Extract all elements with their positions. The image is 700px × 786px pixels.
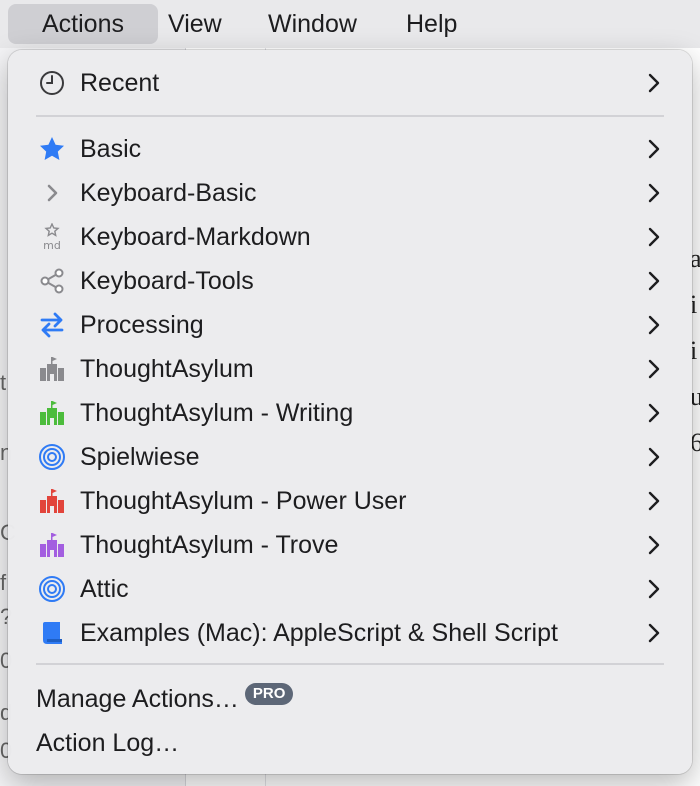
chevron-right-icon xyxy=(644,138,664,160)
menu-bar: Actions View Window Help xyxy=(0,0,700,48)
action-log-item[interactable]: Action Log… xyxy=(36,721,179,765)
bg-text-fragment: f xyxy=(0,570,7,595)
chevron-right-icon xyxy=(644,402,664,424)
chevron-right-icon xyxy=(644,534,664,556)
share-icon xyxy=(38,267,66,295)
menu-item-label: ThoughtAsylum - Power User xyxy=(80,487,407,515)
menu-item-label: Recent xyxy=(80,69,160,97)
star-icon xyxy=(38,135,66,163)
menu-item-thoughtasylum-trove[interactable]: ThoughtAsylum - Trove xyxy=(8,523,692,567)
chevron-right-icon xyxy=(644,490,664,512)
chevron-right-icon xyxy=(644,578,664,600)
menubar-window[interactable]: Window xyxy=(268,4,357,44)
menu-item-label: Attic xyxy=(80,575,129,603)
star-md-icon: md xyxy=(38,223,66,251)
castle-icon xyxy=(38,355,66,383)
menu-item-thoughtasylum[interactable]: ThoughtAsylum xyxy=(8,347,692,391)
menu-item-label: Keyboard-Markdown xyxy=(80,223,311,251)
menubar-help[interactable]: Help xyxy=(406,4,457,44)
menu-item-thoughtasylum-writing[interactable]: ThoughtAsylum - Writing xyxy=(8,391,692,435)
menu-item-label: ThoughtAsylum - Writing xyxy=(80,399,354,427)
chevron-right-icon xyxy=(644,226,664,248)
menu-item-label: Manage Actions… xyxy=(36,685,239,713)
menu-item-basic[interactable]: Basic xyxy=(8,127,692,171)
castle-icon xyxy=(38,399,66,427)
chevron-right-icon xyxy=(644,446,664,468)
menubar-view[interactable]: View xyxy=(168,4,222,44)
swap-arrows-icon xyxy=(38,311,66,339)
clock-icon xyxy=(38,69,66,97)
menu-item-examples-mac[interactable]: Examples (Mac): AppleScript & Shell Scri… xyxy=(8,611,692,655)
actions-dropdown-menu: Recent Basic Keyboard-Basic md Keyboard-… xyxy=(8,50,692,774)
menu-item-keyboard-markdown[interactable]: md Keyboard-Markdown xyxy=(8,215,692,259)
manage-actions-item[interactable]: Manage Actions… PRO xyxy=(36,677,294,721)
chevron-right-icon xyxy=(644,358,664,380)
menu-item-label: Processing xyxy=(80,311,204,339)
chevron-right-icon xyxy=(644,182,664,204)
menu-item-label: ThoughtAsylum xyxy=(80,355,254,383)
menu-item-label: Basic xyxy=(80,135,142,163)
menu-item-label: Keyboard-Basic xyxy=(80,179,257,207)
svg-text:md: md xyxy=(43,239,61,251)
bg-text-fragment: t xyxy=(0,370,7,395)
chevron-right-icon xyxy=(38,179,66,207)
chevron-right-icon xyxy=(644,622,664,644)
menu-item-attic[interactable]: Attic xyxy=(8,567,692,611)
menu-item-recent[interactable]: Recent xyxy=(8,61,692,105)
menu-item-keyboard-tools[interactable]: Keyboard-Tools xyxy=(8,259,692,303)
menu-item-processing[interactable]: Processing xyxy=(8,303,692,347)
target-icon xyxy=(38,575,66,603)
menu-item-label: Spielwiese xyxy=(80,443,200,471)
menu-item-label: Keyboard-Tools xyxy=(80,267,254,295)
scroll-icon xyxy=(38,619,66,647)
pro-badge: PRO xyxy=(244,683,294,706)
menu-item-thoughtasylum-power-user[interactable]: ThoughtAsylum - Power User xyxy=(8,479,692,523)
menu-separator xyxy=(36,663,664,665)
chevron-right-icon xyxy=(644,72,664,94)
menubar-actions[interactable]: Actions xyxy=(8,4,158,44)
menu-item-keyboard-basic[interactable]: Keyboard-Basic xyxy=(8,171,692,215)
target-icon xyxy=(38,443,66,471)
chevron-right-icon xyxy=(644,314,664,336)
menu-item-spielwiese[interactable]: Spielwiese xyxy=(8,435,692,479)
menu-separator xyxy=(36,115,664,117)
castle-icon xyxy=(38,531,66,559)
menu-item-label: Examples (Mac): AppleScript & Shell Scri… xyxy=(80,619,558,647)
chevron-right-icon xyxy=(644,270,664,292)
castle-icon xyxy=(38,487,66,515)
menu-item-label: ThoughtAsylum - Trove xyxy=(80,531,339,559)
